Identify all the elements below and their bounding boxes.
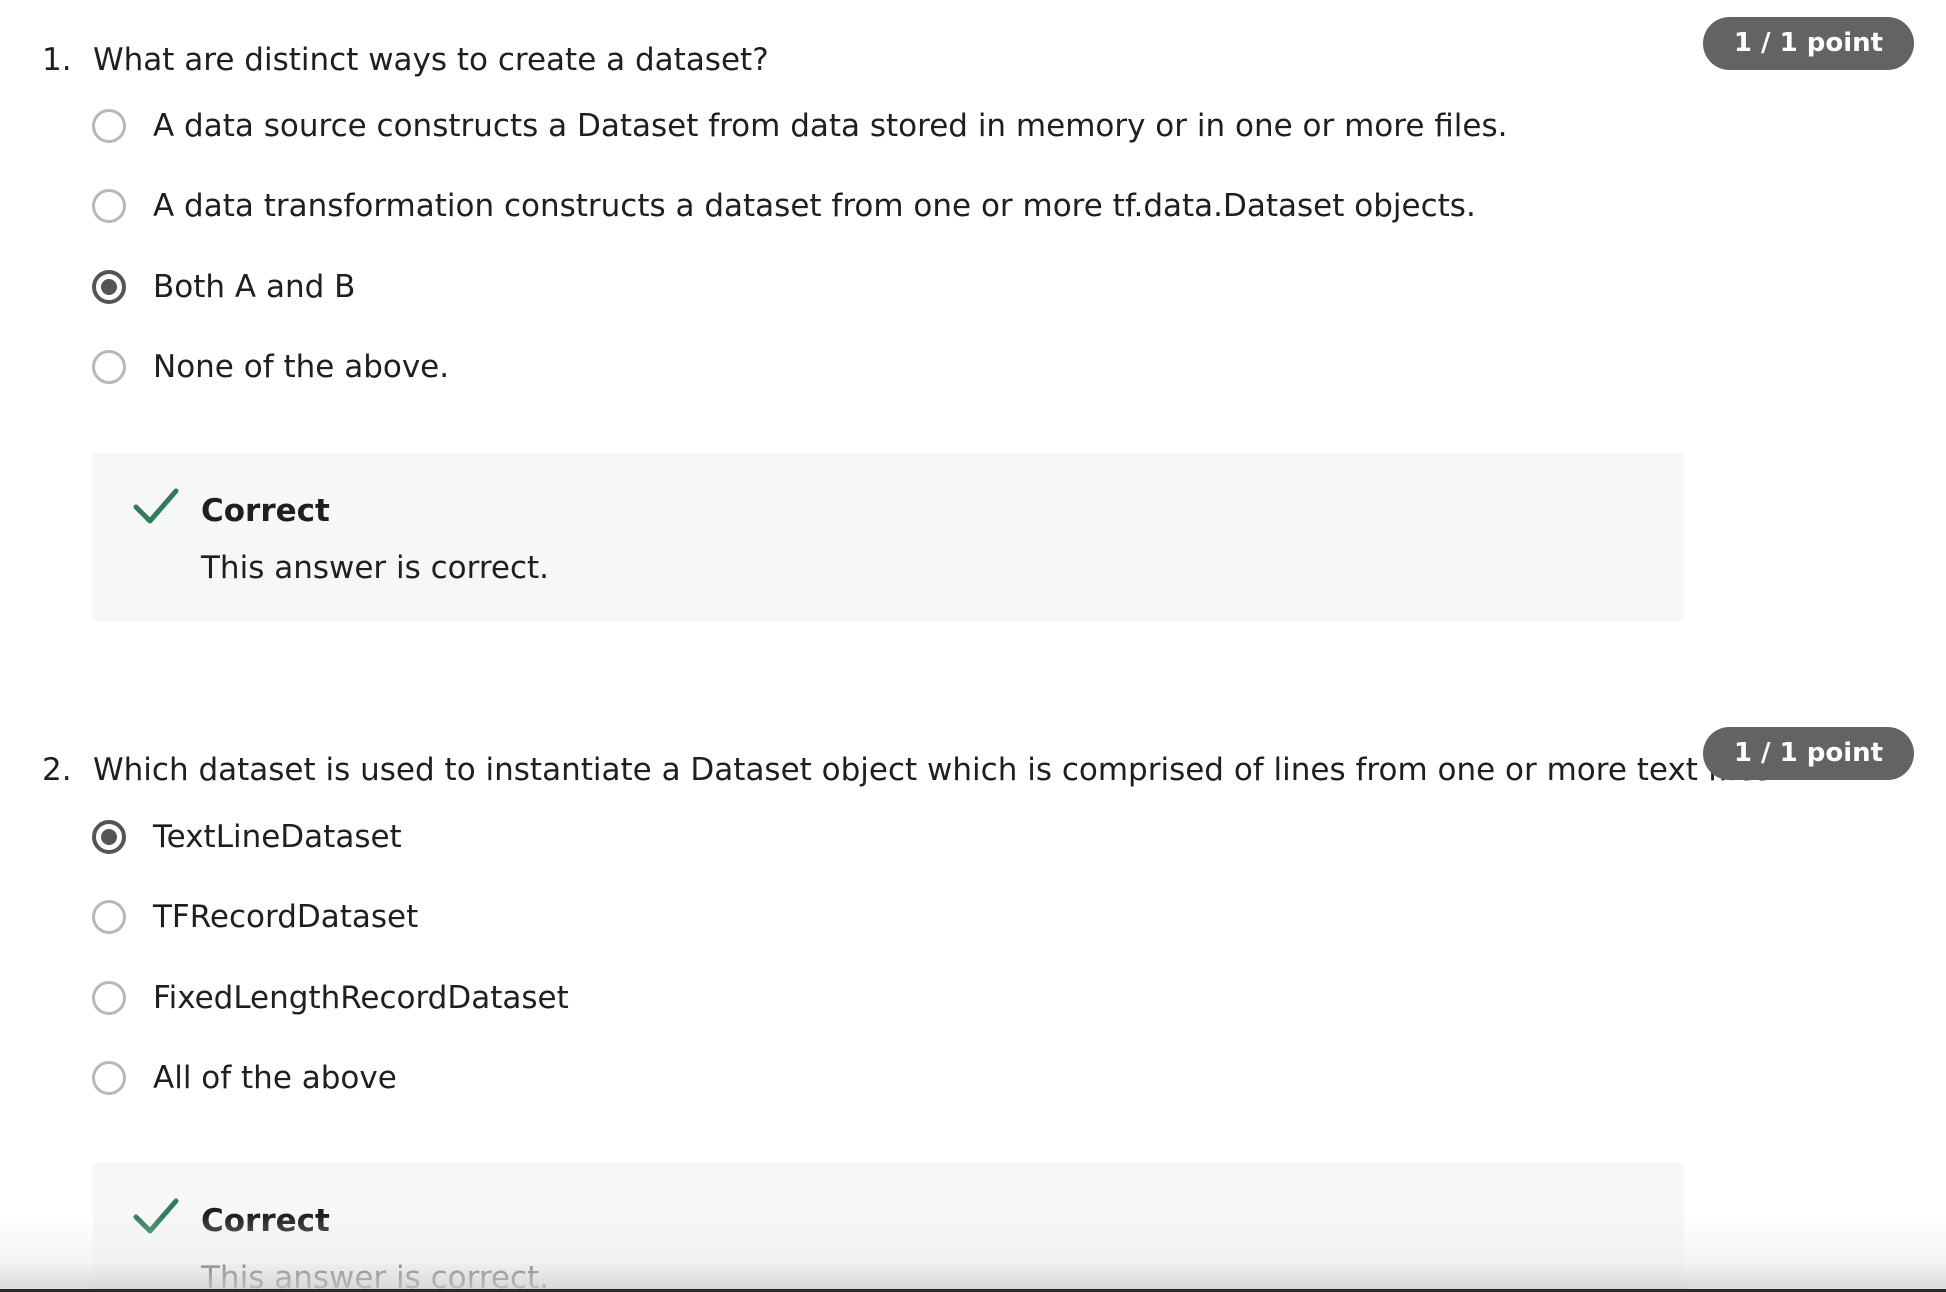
radio-unselected-icon[interactable] (92, 900, 126, 934)
option-2b[interactable]: TFRecordDataset (90, 895, 1490, 945)
radio-unselected-icon[interactable] (92, 1061, 126, 1095)
feedback-box: Correct This answer is correct. (93, 1163, 1684, 1292)
option-2a[interactable]: TextLineDataset (90, 815, 1490, 865)
option-1d[interactable]: None of the above. (90, 345, 1490, 395)
radio-unselected-icon[interactable] (92, 109, 126, 143)
option-1a[interactable]: A data source constructs a Dataset from … (90, 104, 1507, 154)
option-label: FixedLengthRecordDataset (153, 980, 569, 1016)
checkmark-icon (133, 488, 179, 524)
option-2d[interactable]: All of the above (90, 1056, 1490, 1106)
feedback-box: Correct This answer is correct. (93, 453, 1684, 621)
option-label: A data transformation constructs a datas… (153, 188, 1476, 224)
checkmark-icon (133, 1198, 179, 1234)
feedback-title: Correct (201, 1203, 330, 1239)
question-text: Which dataset is used to instantiate a D… (93, 752, 1788, 788)
option-label: Both A and B (153, 269, 356, 305)
question-number: 2. (42, 752, 72, 788)
radio-unselected-icon[interactable] (92, 350, 126, 384)
quiz-page: 1. What are distinct ways to create a da… (0, 0, 1946, 1292)
points-badge: 1 / 1 point (1703, 17, 1914, 70)
feedback-title: Correct (201, 493, 330, 529)
question-number: 1. (42, 42, 72, 78)
feedback-text: This answer is correct. (201, 1260, 550, 1292)
question-text: What are distinct ways to create a datas… (93, 42, 769, 78)
feedback-text: This answer is correct. (201, 550, 550, 586)
option-1b[interactable]: A data transformation constructs a datas… (90, 184, 1490, 234)
option-1c[interactable]: Both A and B (90, 265, 1490, 315)
radio-unselected-icon[interactable] (92, 189, 126, 223)
option-label: All of the above (153, 1060, 397, 1096)
question-header: 1. What are distinct ways to create a da… (0, 17, 1946, 80)
option-label: TextLineDataset (153, 819, 402, 855)
option-label: TFRecordDataset (153, 899, 419, 935)
radio-selected-icon[interactable] (92, 820, 126, 854)
radio-unselected-icon[interactable] (92, 981, 126, 1015)
option-label: None of the above. (153, 349, 450, 385)
question-header: 2. Which dataset is used to instantiate … (0, 727, 1946, 790)
radio-selected-icon[interactable] (92, 270, 126, 304)
option-2c[interactable]: FixedLengthRecordDataset (90, 976, 1490, 1026)
points-badge: 1 / 1 point (1703, 727, 1914, 780)
option-label: A data source constructs a Dataset from … (153, 108, 1508, 144)
